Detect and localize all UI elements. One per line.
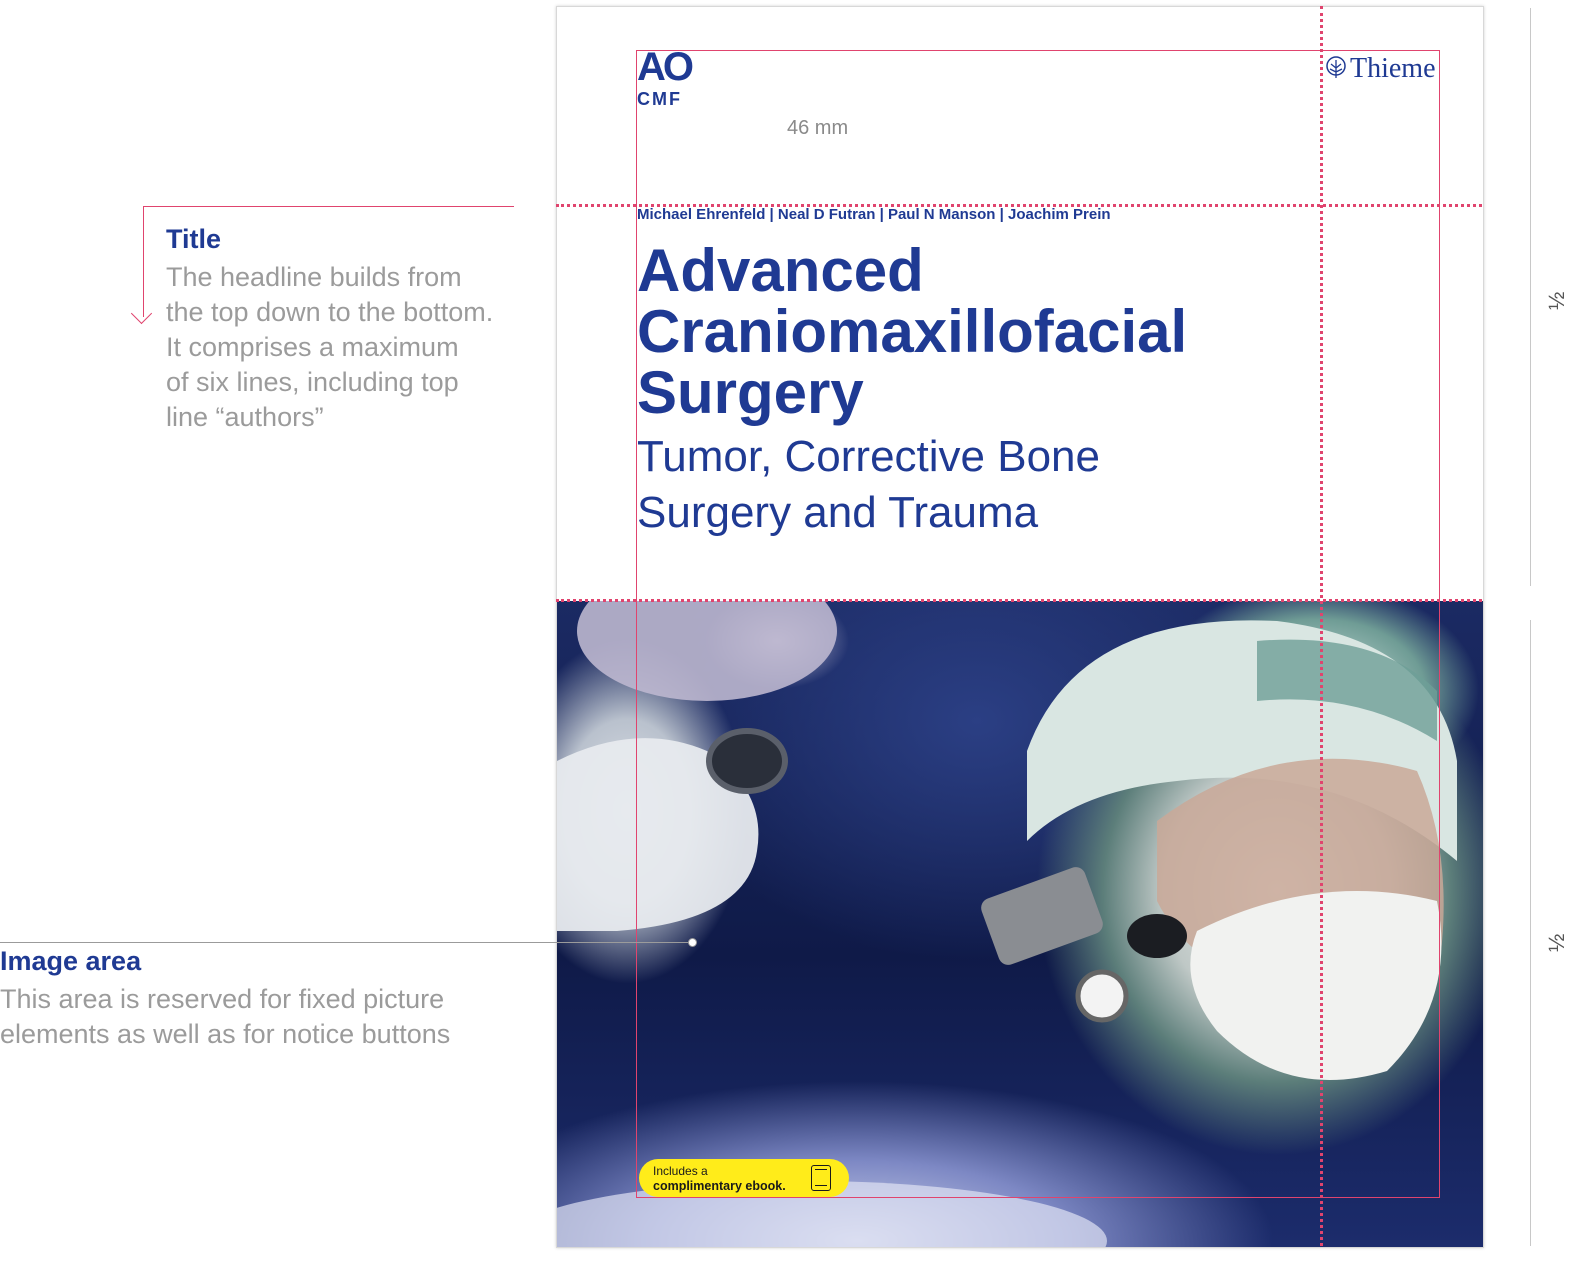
book-title: Advanced Craniomaxillofacial Surgery [637,237,1188,426]
ebook-badge-line1: Includes a [653,1164,708,1178]
surgeon-illustration [557,601,1457,1247]
cover-photo-surgeons [557,601,1483,1247]
image-leader-dot [688,938,697,947]
dimension-label: 46 mm [787,117,849,139]
annotation-image-heading: Image area [0,946,142,976]
annotation-title-heading: Title [166,224,222,254]
annotation-image-text: This area is reserved for fixed picture … [0,984,451,1049]
ruler-lower-label: ½ [1544,933,1569,952]
ebook-badge: Includes a complimentary ebook. [639,1159,849,1197]
ebook-badge-line2: complimentary ebook. [653,1179,786,1193]
publisher-logo: Thieme [1325,53,1436,85]
cmf-logo: CMF [637,89,682,109]
arrow-down-icon [130,302,153,325]
ruler-lower [1530,620,1531,1246]
book-authors: Michael Ehrenfeld | Neal D Futran | Paul… [637,206,1111,223]
book-subtitle: Tumor, Corrective Bone Surgery and Traum… [637,432,1100,537]
ruler-upper-label: ½ [1544,291,1569,310]
tablet-icon [811,1165,831,1191]
tree-icon [1326,56,1346,78]
book-cover: AO CMF Thieme 46 mm Michael Ehrenfeld | … [556,6,1484,1248]
ao-logo: AO [637,45,694,89]
ruler-upper [1530,8,1531,586]
publisher-name: Thieme [1350,53,1436,84]
annotation-title-text: The headline builds from the top down to… [166,262,494,432]
image-leader-line [0,942,690,943]
